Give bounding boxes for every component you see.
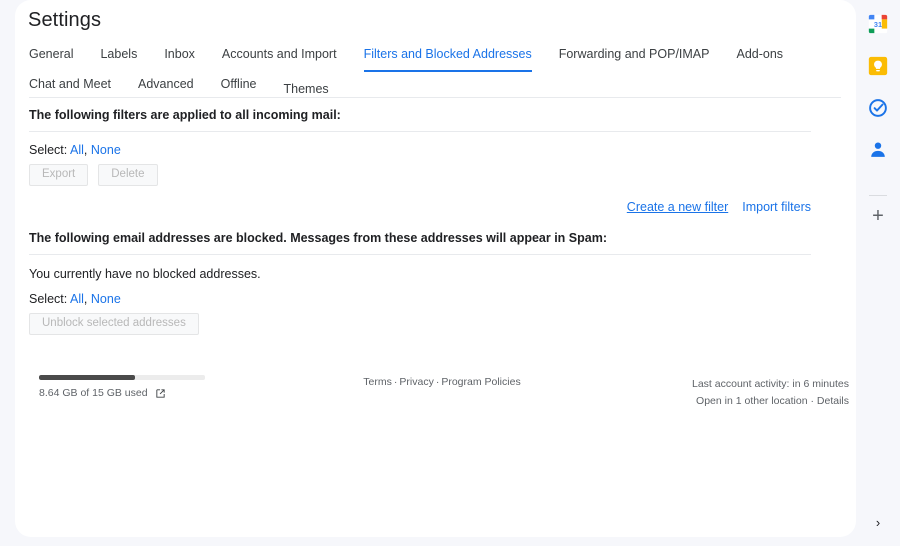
tab-accounts-and-import[interactable]: Accounts and Import bbox=[222, 42, 337, 72]
calendar-icon[interactable]: 31 bbox=[867, 13, 889, 35]
tasks-icon[interactable] bbox=[867, 97, 889, 119]
tab-forwarding-and-pop-imap[interactable]: Forwarding and POP/IMAP bbox=[559, 42, 710, 72]
open-location-text: Open in 1 other location bbox=[696, 395, 808, 407]
filters-action-links: Create a new filter Import filters bbox=[29, 186, 811, 214]
svg-text:31: 31 bbox=[874, 20, 882, 29]
blocked-select-all-link[interactable]: All bbox=[70, 292, 84, 306]
add-app-icon[interactable]: + bbox=[867, 205, 889, 227]
storage-usage-text: 8.64 GB of 15 GB used bbox=[39, 387, 148, 399]
blocked-select-none-link[interactable]: None bbox=[91, 292, 121, 306]
external-link-icon[interactable] bbox=[155, 388, 166, 399]
delete-button[interactable]: Delete bbox=[98, 164, 158, 186]
open-location-sep: · bbox=[810, 395, 814, 407]
blocked-empty-message: You currently have no blocked addresses. bbox=[29, 267, 261, 281]
tab-filters-and-blocked-addresses[interactable]: Filters and Blocked Addresses bbox=[363, 42, 532, 72]
filters-section-heading: The following filters are applied to all… bbox=[29, 108, 341, 122]
program-policies-link[interactable]: Program Policies bbox=[441, 376, 520, 388]
last-account-activity: Last account activity: in 6 minutes bbox=[692, 378, 849, 390]
storage-text-row: 8.64 GB of 15 GB used bbox=[39, 387, 269, 399]
page-title: Settings bbox=[28, 9, 102, 31]
blocked-button-row: Unblock selected addresses bbox=[29, 306, 841, 335]
filters-select-label: Select: bbox=[29, 143, 68, 157]
filters-button-row: Export Delete bbox=[29, 157, 841, 186]
blocked-select-label: Select: bbox=[29, 292, 68, 306]
filters-select-row: Select: All, None bbox=[29, 132, 841, 157]
expand-panel-chevron-icon[interactable]: › bbox=[868, 513, 888, 533]
settings-page: Settings General Labels Inbox Accounts a… bbox=[0, 0, 900, 546]
contacts-icon[interactable] bbox=[867, 139, 889, 161]
keep-icon[interactable] bbox=[867, 55, 889, 77]
filters-select-comma: , bbox=[83, 143, 88, 157]
unblock-selected-addresses-button[interactable]: Unblock selected addresses bbox=[29, 313, 199, 335]
filters-select-none-link[interactable]: None bbox=[91, 143, 121, 157]
footer-account-info: Last account activity: in 6 minutes Open… bbox=[692, 376, 849, 410]
settings-card: Settings General Labels Inbox Accounts a… bbox=[15, 0, 856, 537]
tab-general[interactable]: General bbox=[29, 42, 73, 72]
details-link[interactable]: Details bbox=[817, 395, 849, 407]
privacy-link[interactable]: Privacy bbox=[399, 376, 433, 388]
blocked-select-comma: , bbox=[83, 292, 88, 306]
blocked-select-row: Select: All, None bbox=[29, 281, 841, 306]
create-new-filter-link[interactable]: Create a new filter bbox=[627, 200, 728, 214]
tab-add-ons[interactable]: Add-ons bbox=[736, 42, 783, 72]
export-button[interactable]: Export bbox=[29, 164, 89, 186]
tab-inbox[interactable]: Inbox bbox=[164, 42, 195, 72]
open-location-row: Open in 1 other location · Details bbox=[692, 393, 849, 410]
filters-select-all-link[interactable]: All bbox=[70, 143, 84, 157]
google-side-panel: 31 + › bbox=[856, 0, 900, 546]
tab-labels[interactable]: Labels bbox=[100, 42, 137, 72]
blocked-section-heading: The following email addresses are blocke… bbox=[29, 231, 607, 245]
import-filters-link[interactable]: Import filters bbox=[742, 200, 811, 214]
side-panel-divider bbox=[869, 195, 887, 196]
settings-content: The following filters are applied to all… bbox=[29, 97, 841, 335]
terms-link[interactable]: Terms bbox=[363, 376, 392, 388]
